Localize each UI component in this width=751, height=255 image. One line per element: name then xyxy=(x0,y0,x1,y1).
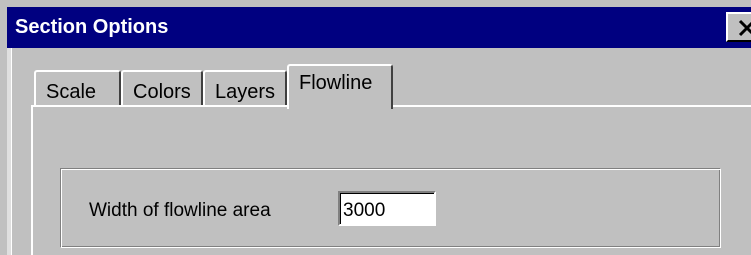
close-icon xyxy=(738,19,751,37)
tab-flowline[interactable]: Flowline xyxy=(287,64,393,113)
flowline-group: Width of flowline area xyxy=(60,168,721,248)
title-bar[interactable]: Section Options xyxy=(7,7,751,48)
tab-layers[interactable]: Layers xyxy=(203,70,287,106)
tab-scale[interactable]: Scale xyxy=(34,70,121,106)
close-button[interactable] xyxy=(726,12,751,42)
tab-colors[interactable]: Colors xyxy=(121,70,203,106)
width-of-flowline-area-label: Width of flowline area xyxy=(89,200,271,221)
flowline-width-input[interactable] xyxy=(338,191,436,226)
tab-layers-label: Layers xyxy=(215,81,276,103)
tab-flowline-label: Flowline xyxy=(299,72,373,94)
tab-colors-label: Colors xyxy=(133,81,191,103)
tab-scale-label: Scale xyxy=(46,81,97,103)
window-title: Section Options xyxy=(15,16,169,38)
